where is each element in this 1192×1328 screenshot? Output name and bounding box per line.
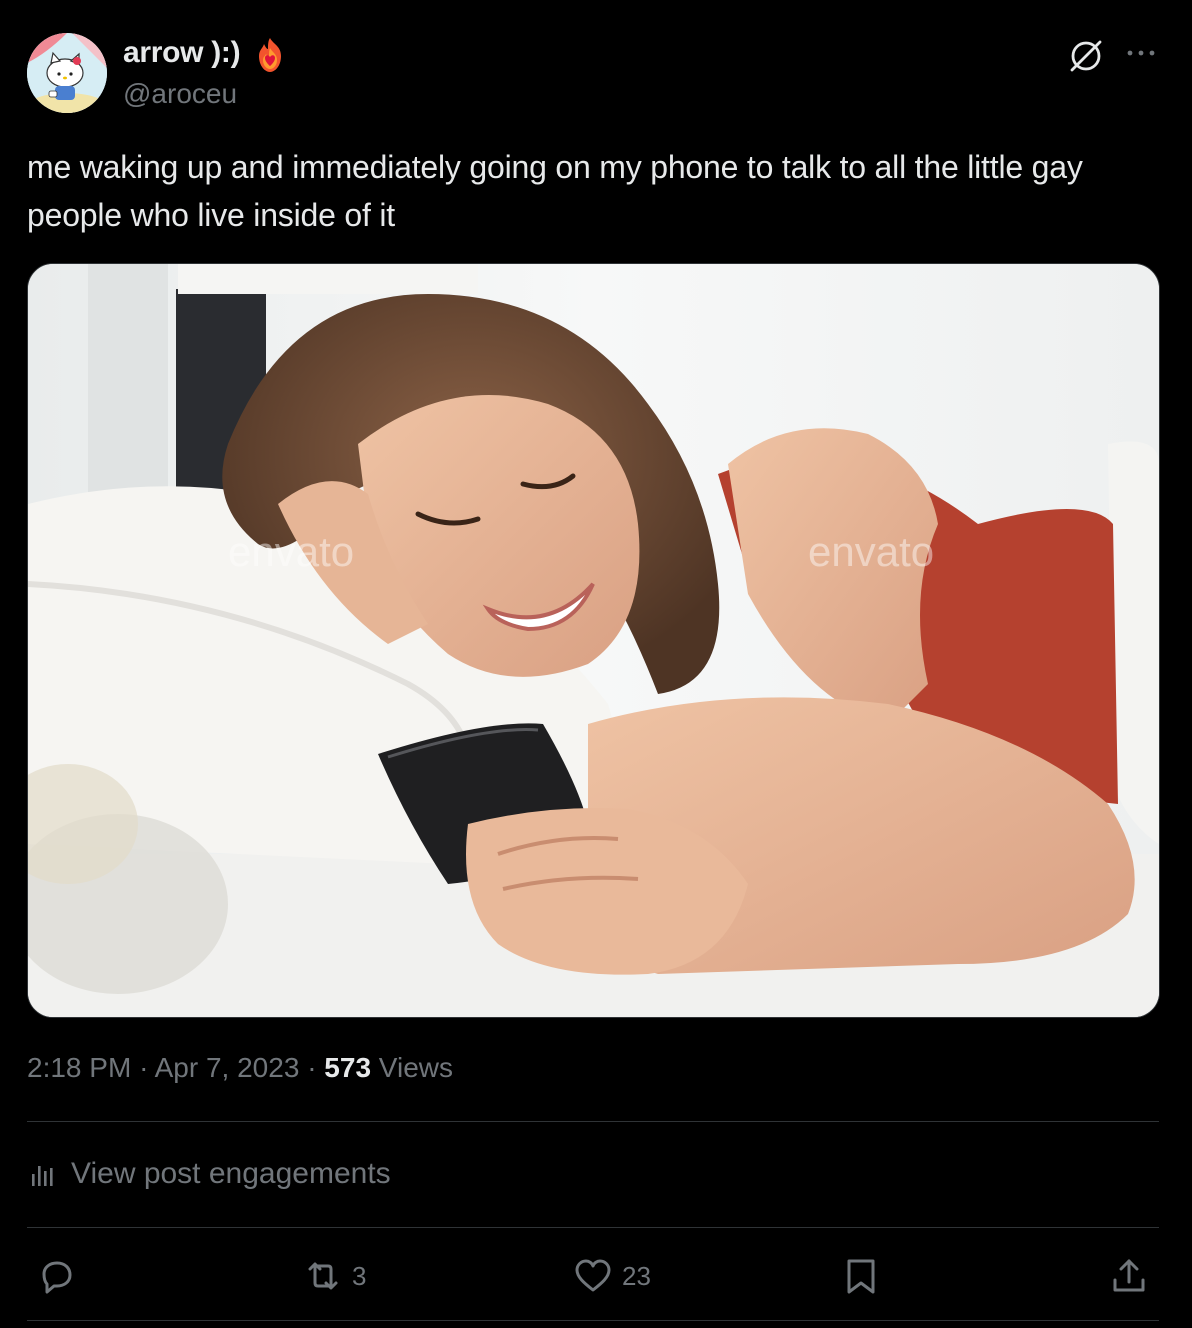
divider (27, 1227, 1159, 1228)
divider (27, 1121, 1159, 1122)
repost-icon (308, 1262, 338, 1290)
view-engagements-label: View post engagements (71, 1157, 391, 1190)
post-date[interactable]: Apr 7, 2023 (155, 1052, 300, 1083)
meta-separator: · (307, 1052, 317, 1083)
share-icon (1113, 1259, 1145, 1292)
watermark-left: envato (228, 528, 354, 575)
reply-icon (42, 1261, 72, 1294)
grok-icon[interactable] (1066, 36, 1106, 76)
view-engagements-button[interactable]: View post engagements (27, 1152, 391, 1196)
post-image[interactable]: envato envato (27, 263, 1160, 1018)
photo-woman-with-phone: envato envato (28, 264, 1159, 1017)
post-time[interactable]: 2:18 PM (27, 1052, 131, 1083)
views-label: Views (378, 1052, 453, 1083)
bookmark-icon (847, 1259, 875, 1294)
repost-count: 3 (352, 1260, 367, 1291)
views-count: 573 (324, 1052, 372, 1083)
author-handle[interactable]: @aroceu (123, 78, 237, 110)
watermark-right: envato (808, 528, 934, 575)
fire-heart-icon (259, 38, 281, 72)
post-detail: arrow ):) @aroceu me waking up and immed… (0, 0, 1192, 1328)
heart-icon (575, 1259, 611, 1292)
like-button[interactable]: 23 (572, 1254, 651, 1298)
meta-separator: · (139, 1052, 149, 1083)
more-icon[interactable] (1123, 38, 1159, 68)
avatar[interactable] (27, 33, 107, 113)
hello-kitty-avatar-icon (27, 33, 107, 113)
reply-button[interactable] (36, 1254, 86, 1298)
divider (27, 1320, 1159, 1321)
post-text: me waking up and immediately going on my… (27, 149, 1083, 233)
bar-chart-icon (32, 1166, 53, 1186)
repost-button[interactable]: 3 (302, 1254, 366, 1298)
like-count: 23 (622, 1260, 651, 1291)
bookmark-button[interactable] (840, 1254, 882, 1298)
share-button[interactable] (1108, 1254, 1150, 1298)
post-meta: 2:18 PM · Apr 7, 2023 · 573 Views (27, 1052, 453, 1084)
display-name[interactable]: arrow ):) (123, 36, 241, 70)
